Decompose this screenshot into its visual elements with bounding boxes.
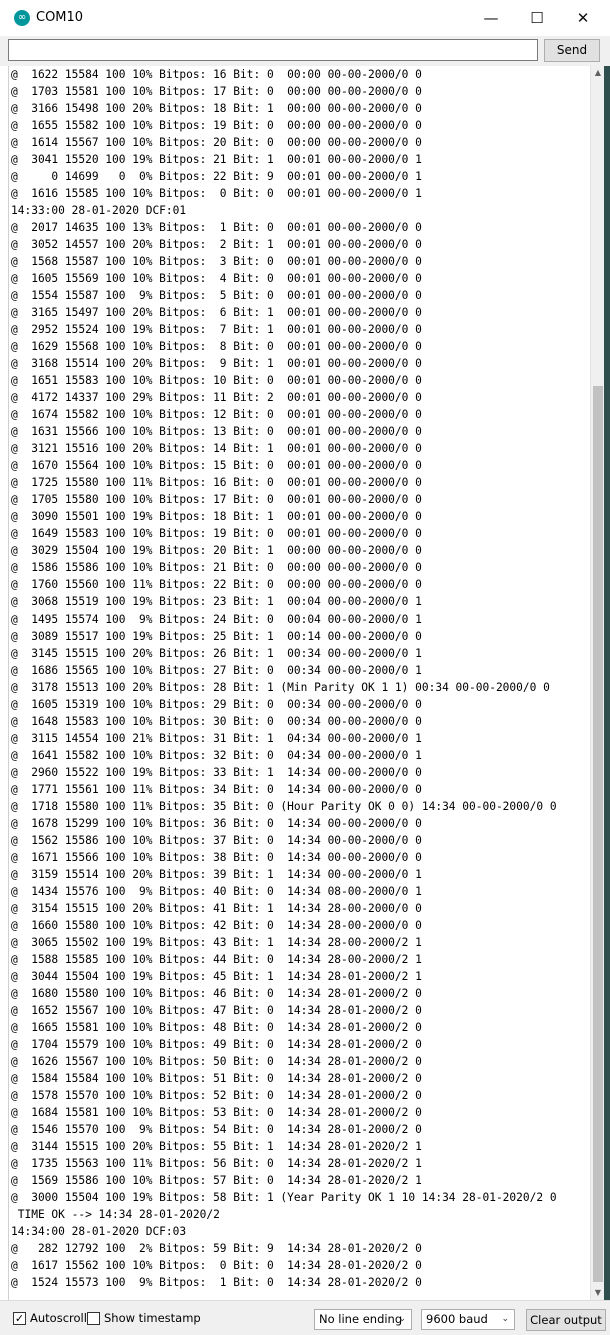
output-line: @ 3041 15520 100 19% Bitpos: 21 Bit: 1 0… (11, 153, 422, 167)
output-line: @ 3068 15519 100 19% Bitpos: 23 Bit: 1 0… (11, 595, 422, 609)
arduino-icon: ∞ (14, 10, 30, 26)
window-title: COM10 (36, 10, 84, 25)
chevron-down-icon: ⌄ (398, 1314, 406, 1324)
output-line: @ 3145 15515 100 20% Bitpos: 26 Bit: 1 0… (11, 646, 422, 660)
serial-output[interactable]: @ 1622 15584 100 10% Bitpos: 16 Bit: 0 0… (8, 66, 591, 1300)
output-line: @ 1771 15561 100 11% Bitpos: 34 Bit: 0 1… (11, 782, 422, 796)
output-line: @ 282 12792 100 2% Bitpos: 59 Bit: 9 14:… (11, 1242, 422, 1256)
scroll-up-arrow[interactable]: ▲ (591, 66, 605, 80)
output-line: @ 1760 15560 100 11% Bitpos: 22 Bit: 0 0… (11, 578, 422, 592)
serial-input[interactable] (8, 39, 538, 61)
output-line: 14:34:00 28-01-2020 DCF:03 (11, 1225, 187, 1239)
autoscroll-checkbox[interactable]: ✓ (13, 1312, 26, 1325)
output-line: @ 3168 15514 100 20% Bitpos: 9 Bit: 1 00… (11, 357, 422, 371)
output-line: @ 1588 15585 100 10% Bitpos: 44 Bit: 0 1… (11, 952, 422, 966)
output-line: @ 4172 14337 100 29% Bitpos: 11 Bit: 2 0… (11, 391, 422, 405)
output-line: @ 1703 15581 100 10% Bitpos: 17 Bit: 0 0… (11, 85, 422, 99)
output-line: @ 0 14699 0 0% Bitpos: 22 Bit: 9 00:01 0… (11, 170, 422, 184)
output-line: @ 2952 15524 100 19% Bitpos: 7 Bit: 1 00… (11, 323, 422, 337)
vertical-scrollbar[interactable]: ▲ ▼ (590, 66, 605, 1300)
output-line: @ 1626 15567 100 10% Bitpos: 50 Bit: 0 1… (11, 1054, 422, 1068)
output-line: @ 2960 15522 100 19% Bitpos: 33 Bit: 1 1… (11, 765, 422, 779)
output-line: @ 1725 15580 100 11% Bitpos: 16 Bit: 0 0… (11, 476, 422, 490)
close-button[interactable]: ✕ (560, 0, 606, 36)
output-line: @ 1546 15570 100 9% Bitpos: 54 Bit: 0 14… (11, 1122, 422, 1136)
chevron-down-icon: ⌄ (501, 1314, 509, 1324)
output-line: @ 1554 15587 100 9% Bitpos: 5 Bit: 0 00:… (11, 289, 422, 303)
output-line: TIME OK --> 14:34 28-01-2020/2 (11, 1208, 220, 1222)
clear-output-button[interactable]: Clear output (526, 1309, 606, 1331)
output-line: @ 3029 15504 100 19% Bitpos: 20 Bit: 1 0… (11, 544, 422, 558)
minimize-button[interactable]: — (468, 0, 514, 36)
output-line: @ 1568 15587 100 10% Bitpos: 3 Bit: 0 00… (11, 255, 422, 269)
output-line: @ 1614 15567 100 10% Bitpos: 20 Bit: 0 0… (11, 136, 422, 150)
output-line: @ 1665 15581 100 10% Bitpos: 48 Bit: 0 1… (11, 1020, 422, 1034)
output-line: @ 3044 15504 100 19% Bitpos: 45 Bit: 1 1… (11, 969, 422, 983)
output-line: @ 1670 15564 100 10% Bitpos: 15 Bit: 0 0… (11, 459, 422, 473)
output-line: @ 1578 15570 100 10% Bitpos: 52 Bit: 0 1… (11, 1088, 422, 1102)
output-line: @ 3121 15516 100 20% Bitpos: 14 Bit: 1 0… (11, 442, 422, 456)
output-line: @ 1674 15582 100 10% Bitpos: 12 Bit: 0 0… (11, 408, 422, 422)
output-line: @ 1678 15299 100 10% Bitpos: 36 Bit: 0 1… (11, 816, 422, 830)
maximize-button[interactable]: ☐ (514, 0, 560, 36)
output-line: @ 1648 15583 100 10% Bitpos: 30 Bit: 0 0… (11, 714, 422, 728)
line-ending-value: No line ending (319, 1312, 403, 1326)
output-line: @ 1569 15586 100 10% Bitpos: 57 Bit: 0 1… (11, 1174, 422, 1188)
baud-rate-value: 9600 baud (426, 1312, 488, 1326)
baud-rate-select[interactable]: 9600 baud ⌄ (421, 1309, 515, 1330)
output-line: @ 1584 15584 100 10% Bitpos: 51 Bit: 0 1… (11, 1071, 422, 1085)
output-line: @ 1605 15569 100 10% Bitpos: 4 Bit: 0 00… (11, 272, 422, 286)
output-line: @ 3089 15517 100 19% Bitpos: 25 Bit: 1 0… (11, 629, 422, 643)
output-line: @ 1434 15576 100 9% Bitpos: 40 Bit: 0 14… (11, 884, 422, 898)
output-line: @ 1660 15580 100 10% Bitpos: 42 Bit: 0 1… (11, 918, 422, 932)
output-line: @ 3090 15501 100 19% Bitpos: 18 Bit: 1 0… (11, 510, 422, 524)
output-line: @ 1680 15580 100 10% Bitpos: 46 Bit: 0 1… (11, 986, 422, 1000)
output-line: @ 1605 15319 100 10% Bitpos: 29 Bit: 0 0… (11, 697, 422, 711)
timestamp-label[interactable]: Show timestamp (104, 1311, 201, 1325)
output-line: @ 3154 15515 100 20% Bitpos: 41 Bit: 1 1… (11, 901, 422, 915)
output-line: @ 3052 14557 100 20% Bitpos: 2 Bit: 1 00… (11, 238, 422, 252)
scroll-down-arrow[interactable]: ▼ (591, 1286, 605, 1300)
output-line: @ 1641 15582 100 10% Bitpos: 32 Bit: 0 0… (11, 748, 422, 762)
output-line: @ 1655 15582 100 10% Bitpos: 19 Bit: 0 0… (11, 119, 422, 133)
output-line: @ 3159 15514 100 20% Bitpos: 39 Bit: 1 1… (11, 867, 422, 881)
output-line: @ 1524 15573 100 9% Bitpos: 1 Bit: 0 14:… (11, 1276, 422, 1290)
background-window-edge (604, 66, 610, 1300)
output-line: @ 1586 15586 100 10% Bitpos: 21 Bit: 0 0… (11, 561, 422, 575)
output-line: @ 1735 15563 100 11% Bitpos: 56 Bit: 0 1… (11, 1157, 422, 1170)
scrollbar-thumb[interactable] (593, 386, 603, 1282)
timestamp-checkbox[interactable] (87, 1312, 100, 1325)
output-line: @ 3165 15497 100 20% Bitpos: 6 Bit: 1 00… (11, 306, 422, 320)
output-line: @ 3144 15515 100 20% Bitpos: 55 Bit: 1 1… (11, 1139, 422, 1153)
output-line: @ 1684 15581 100 10% Bitpos: 53 Bit: 0 1… (11, 1105, 422, 1119)
output-line: @ 1562 15586 100 10% Bitpos: 37 Bit: 0 1… (11, 833, 422, 847)
output-line: @ 1651 15583 100 10% Bitpos: 10 Bit: 0 0… (11, 374, 422, 388)
output-line: @ 1495 15574 100 9% Bitpos: 24 Bit: 0 00… (11, 612, 422, 626)
output-line: @ 1649 15583 100 10% Bitpos: 19 Bit: 0 0… (11, 527, 422, 541)
footer-bar: ✓ Autoscroll Show timestamp No line endi… (0, 1300, 610, 1335)
output-line: @ 3065 15502 100 19% Bitpos: 43 Bit: 1 1… (11, 935, 422, 949)
send-bar: Send (0, 36, 610, 66)
output-line: @ 1616 15585 100 10% Bitpos: 0 Bit: 0 00… (11, 187, 422, 201)
output-line: @ 1652 15567 100 10% Bitpos: 47 Bit: 0 1… (11, 1003, 422, 1017)
title-bar: ∞ COM10 — ☐ ✕ (0, 0, 610, 37)
output-line: @ 3178 15513 100 20% Bitpos: 28 Bit: 1 (… (11, 680, 550, 694)
autoscroll-label[interactable]: Autoscroll (30, 1311, 87, 1325)
output-line: @ 1686 15565 100 10% Bitpos: 27 Bit: 0 0… (11, 663, 422, 677)
output-line: @ 1718 15580 100 11% Bitpos: 35 Bit: 0 (… (11, 799, 557, 813)
send-button[interactable]: Send (544, 39, 600, 62)
output-line: @ 3166 15498 100 20% Bitpos: 18 Bit: 1 0… (11, 102, 422, 116)
output-line: @ 3000 15504 100 19% Bitpos: 58 Bit: 1 (… (11, 1191, 557, 1205)
output-line: @ 1631 15566 100 10% Bitpos: 13 Bit: 0 0… (11, 425, 422, 439)
output-line: @ 2017 14635 100 13% Bitpos: 1 Bit: 0 00… (11, 221, 422, 235)
output-line: @ 1617 15562 100 10% Bitpos: 0 Bit: 0 14… (11, 1259, 422, 1273)
output-line: @ 1704 15579 100 10% Bitpos: 49 Bit: 0 1… (11, 1037, 422, 1051)
output-line: @ 1629 15568 100 10% Bitpos: 8 Bit: 0 00… (11, 340, 422, 354)
output-line: @ 1622 15584 100 10% Bitpos: 16 Bit: 0 0… (11, 68, 422, 81)
output-line: 14:33:00 28-01-2020 DCF:01 (11, 204, 187, 218)
output-line: @ 3115 14554 100 21% Bitpos: 31 Bit: 1 0… (11, 731, 422, 745)
output-line: @ 1705 15580 100 10% Bitpos: 17 Bit: 0 0… (11, 493, 422, 507)
line-ending-select[interactable]: No line ending ⌄ (314, 1309, 412, 1330)
output-line: @ 1671 15566 100 10% Bitpos: 38 Bit: 0 1… (11, 850, 422, 864)
